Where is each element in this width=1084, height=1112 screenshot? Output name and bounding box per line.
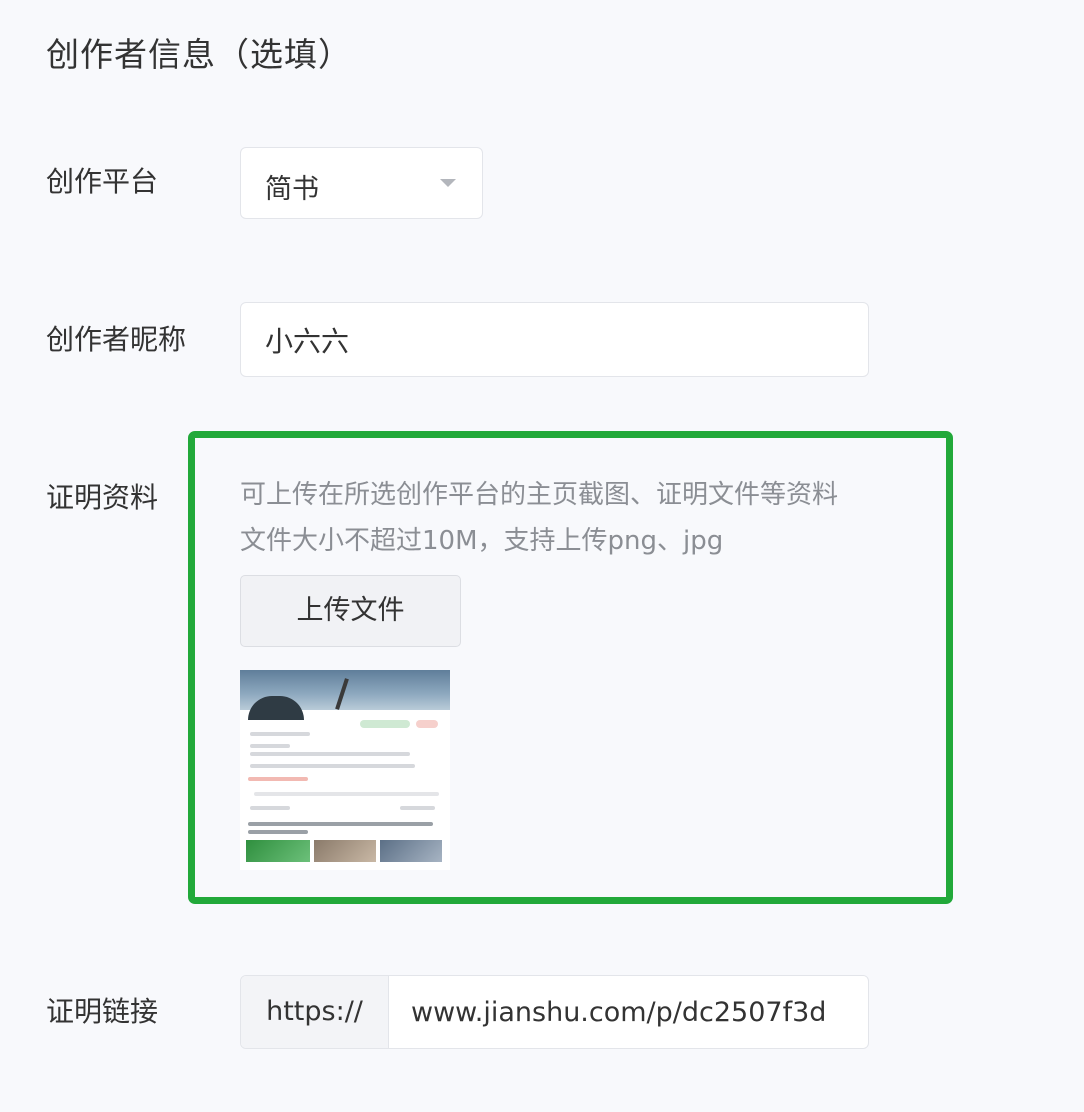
upload-file-button[interactable]: 上传文件 xyxy=(240,575,461,647)
thumbnail-image xyxy=(246,840,310,862)
thumbnail-tab-bar xyxy=(254,792,439,796)
link-url-input[interactable] xyxy=(389,976,867,1048)
thumbnail-text-line xyxy=(250,764,415,768)
platform-label: 创作平台 xyxy=(46,165,159,198)
thumbnail-text-line xyxy=(250,752,410,756)
nickname-input[interactable] xyxy=(240,302,869,377)
link-prefix-addon: https:// xyxy=(241,976,389,1048)
caret-down-icon xyxy=(440,179,456,187)
link-input-group: https:// xyxy=(240,975,869,1049)
uploaded-screenshot-thumbnail[interactable] xyxy=(240,670,450,870)
thumbnail-text-line xyxy=(248,830,308,834)
proof-hint-line2: 文件大小不超过10M，支持上传png、jpg xyxy=(240,526,724,556)
thumbnail-text-line xyxy=(400,806,435,810)
thumbnail-text-line xyxy=(248,822,433,826)
thumbnail-text-line xyxy=(248,777,308,781)
platform-select[interactable]: 简书 xyxy=(240,147,483,219)
thumbnail-follow-pill xyxy=(360,720,410,728)
thumbnail-action-pill xyxy=(416,720,438,728)
section-title: 创作者信息（选填） xyxy=(46,35,352,74)
thumbnail-text-line xyxy=(250,806,290,810)
proof-hint-line1: 可上传在所选创作平台的主页截图、证明文件等资料 xyxy=(240,480,839,510)
proof-label: 证明资料 xyxy=(46,481,159,514)
platform-select-value: 简书 xyxy=(265,174,319,205)
thumbnail-text-line xyxy=(250,732,310,736)
link-label: 证明链接 xyxy=(46,995,159,1028)
thumbnail-text-line xyxy=(250,744,290,748)
nickname-label: 创作者昵称 xyxy=(46,323,187,356)
thumbnail-image xyxy=(314,840,376,862)
thumbnail-image xyxy=(380,840,442,862)
